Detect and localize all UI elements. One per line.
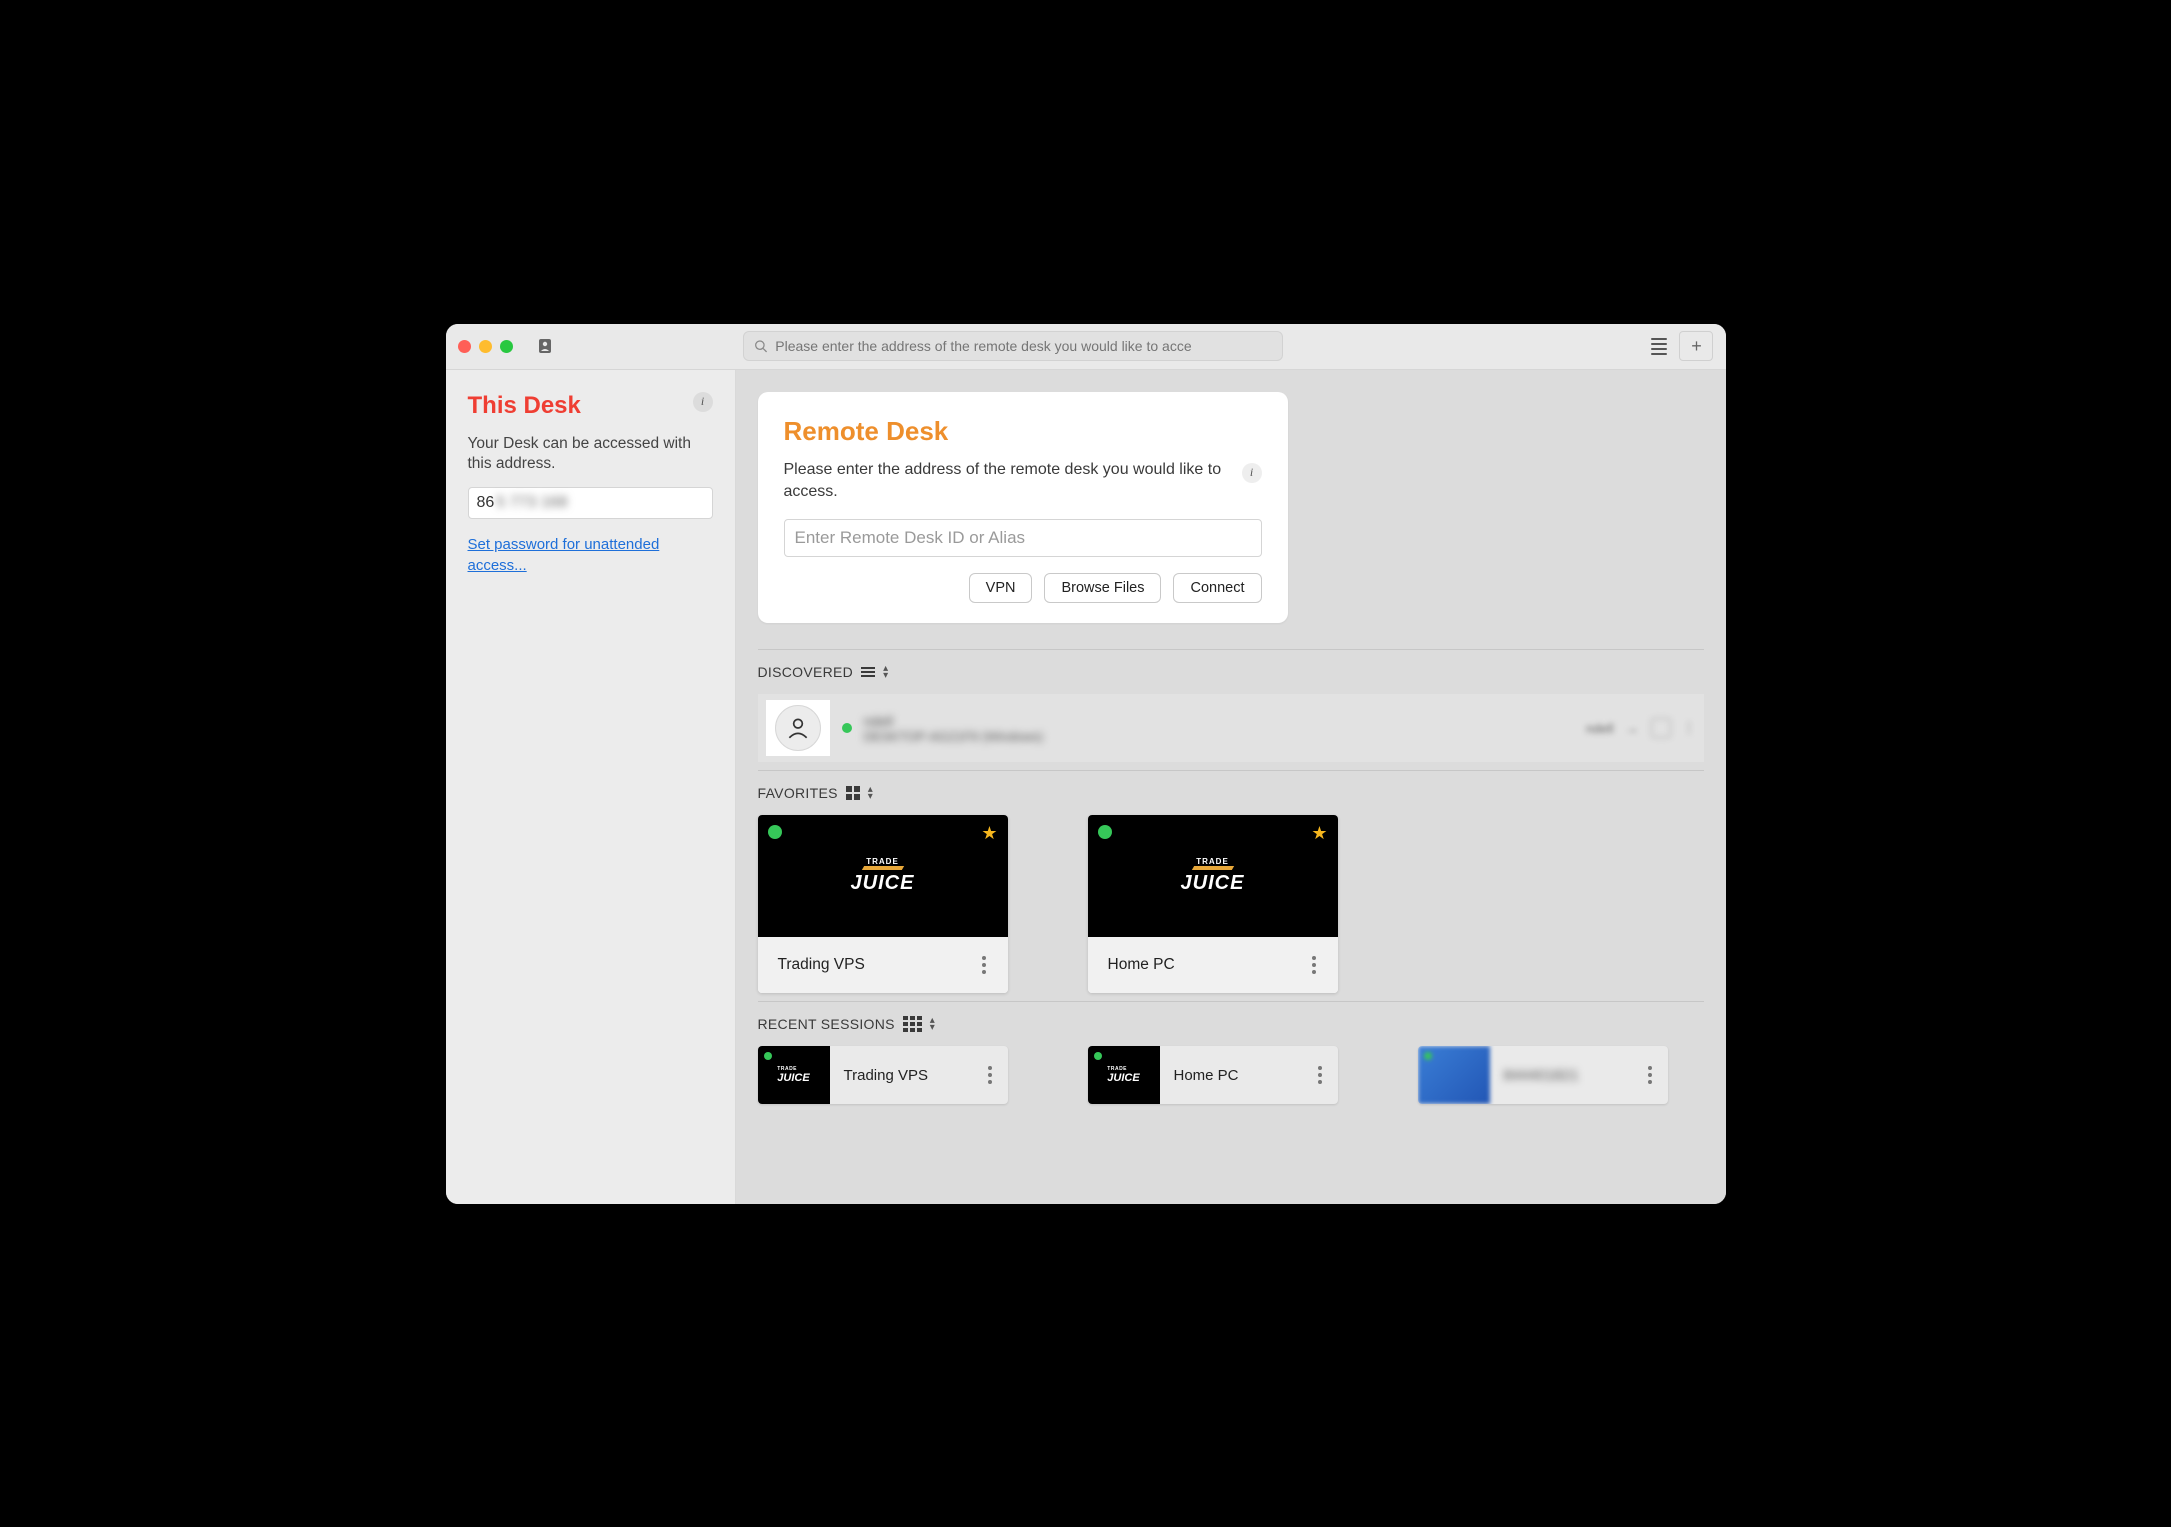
minimize-window-button[interactable] <box>479 340 492 353</box>
address-hidden: 5 773 168 <box>496 494 567 512</box>
search-icon <box>754 339 767 353</box>
favorite-thumbnail: ★ TRADE JUICE <box>1088 815 1338 937</box>
online-status-dot <box>1094 1052 1102 1060</box>
favorite-card[interactable]: ★ TRADE JUICE Home PC <box>1088 815 1338 993</box>
set-password-link[interactable]: Set password for unattended access... <box>468 535 713 576</box>
vpn-button[interactable]: VPN <box>969 573 1033 603</box>
online-status-dot <box>1424 1052 1432 1060</box>
online-status-dot <box>764 1052 772 1060</box>
favorite-card[interactable]: ★ TRADE JUICE Trading VPS <box>758 815 1008 993</box>
section-title: DISCOVERED <box>758 664 854 680</box>
section-title: FAVORITES <box>758 785 838 801</box>
star-icon[interactable]: ★ <box>981 823 997 844</box>
favorite-name: Trading VPS <box>778 956 865 974</box>
remote-desk-card: Remote Desk Please enter the address of … <box>758 392 1288 624</box>
recent-session-card[interactable]: TRADEJUICE Home PC <box>1088 1046 1338 1104</box>
remote-desk-title: Remote Desk <box>784 416 1262 447</box>
kebab-icon[interactable] <box>1306 950 1322 980</box>
address-search-input[interactable] <box>775 338 1272 354</box>
discovered-right-label: ndell <box>1586 721 1613 736</box>
avatar <box>766 700 830 756</box>
remote-desk-input[interactable] <box>784 519 1262 557</box>
online-status-dot <box>842 723 852 733</box>
grid-view-icon[interactable] <box>846 786 860 800</box>
favorites-grid: ★ TRADE JUICE Trading VPS <box>758 815 1704 993</box>
recent-thumbnail: TRADEJUICE <box>1088 1046 1160 1104</box>
sidebar-description: Your Desk can be accessed with this addr… <box>468 434 713 476</box>
recent-thumbnail <box>1418 1046 1490 1104</box>
online-status-dot <box>1098 825 1112 839</box>
kebab-icon[interactable] <box>982 1060 998 1090</box>
sort-toggle-icon[interactable]: ▴▾ <box>883 665 888 679</box>
contact-icon[interactable] <box>533 334 557 358</box>
kebab-icon[interactable]: ⋮ <box>1683 720 1696 736</box>
recent-name: Trading VPS <box>830 1067 982 1084</box>
star-icon[interactable]: ★ <box>1311 823 1327 844</box>
discovered-item[interactable]: ndell DESKTOP-AG21F9 (Windows) ndell → ⋮ <box>758 694 1704 762</box>
favorites-section-header: FAVORITES ▴▾ <box>758 770 1704 801</box>
sort-toggle-icon[interactable]: ▴▾ <box>930 1017 935 1031</box>
sort-toggle-icon[interactable]: ▴▾ <box>868 786 873 800</box>
recent-session-card[interactable]: 844401821 <box>1418 1046 1668 1104</box>
recent-thumbnail: TRADEJUICE <box>758 1046 830 1104</box>
recent-session-card[interactable]: TRADEJUICE Trading VPS <box>758 1046 1008 1104</box>
sidebar: This Desk i Your Desk can be accessed wi… <box>446 370 736 1204</box>
tradejuice-logo: TRADEJUICE <box>777 1066 809 1084</box>
remote-desk-description: Please enter the address of the remote d… <box>784 459 1228 504</box>
discovered-host: DESKTOP-AG21F9 (Windows) <box>864 729 1044 744</box>
discovered-section-header: DISCOVERED ▴▾ <box>758 649 1704 680</box>
discovered-item-actions: ndell → ⋮ <box>1586 718 1695 738</box>
menu-icon[interactable] <box>1645 332 1673 360</box>
arrow-icon[interactable]: → <box>1626 721 1639 736</box>
window-controls <box>458 340 513 353</box>
favorite-name: Home PC <box>1108 956 1175 974</box>
recent-name: 844401821 <box>1490 1067 1642 1084</box>
tradejuice-logo: TRADE JUICE <box>851 857 915 895</box>
new-tab-button[interactable]: + <box>1679 331 1713 361</box>
close-window-button[interactable] <box>458 340 471 353</box>
recent-name: Home PC <box>1160 1067 1312 1084</box>
section-title: RECENT SESSIONS <box>758 1016 895 1032</box>
connect-button[interactable]: Connect <box>1173 573 1261 603</box>
tradejuice-logo: TRADEJUICE <box>1107 1066 1139 1084</box>
online-status-dot <box>768 825 782 839</box>
address-visible: 86 <box>477 494 495 512</box>
kebab-icon[interactable] <box>1642 1060 1658 1090</box>
sidebar-title: This Desk <box>468 392 581 420</box>
kebab-icon[interactable] <box>1312 1060 1328 1090</box>
user-icon <box>785 715 811 741</box>
recent-grid: TRADEJUICE Trading VPS TRADEJUICE Home P… <box>758 1046 1704 1104</box>
discovered-name: ndell <box>864 713 1044 729</box>
recent-section-header: RECENT SESSIONS ▴▾ <box>758 1001 1704 1032</box>
browse-files-button[interactable]: Browse Files <box>1044 573 1161 603</box>
discovered-item-text: ndell DESKTOP-AG21F9 (Windows) <box>864 713 1044 744</box>
this-desk-address-field[interactable]: 865 773 168 <box>468 487 713 519</box>
favorite-thumbnail: ★ TRADE JUICE <box>758 815 1008 937</box>
action-box-icon[interactable] <box>1651 718 1671 738</box>
address-search-bar[interactable] <box>743 331 1283 361</box>
compact-list-view-icon[interactable] <box>903 1016 922 1032</box>
list-view-icon[interactable] <box>861 667 875 677</box>
fullscreen-window-button[interactable] <box>500 340 513 353</box>
app-window: + This Desk i Your Desk can be accessed … <box>446 324 1726 1204</box>
tradejuice-logo: TRADE JUICE <box>1181 857 1245 895</box>
titlebar: + <box>446 324 1726 370</box>
kebab-icon[interactable] <box>976 950 992 980</box>
info-icon[interactable]: i <box>693 392 713 412</box>
main-content: Remote Desk Please enter the address of … <box>736 370 1726 1204</box>
info-icon[interactable]: i <box>1242 463 1262 483</box>
